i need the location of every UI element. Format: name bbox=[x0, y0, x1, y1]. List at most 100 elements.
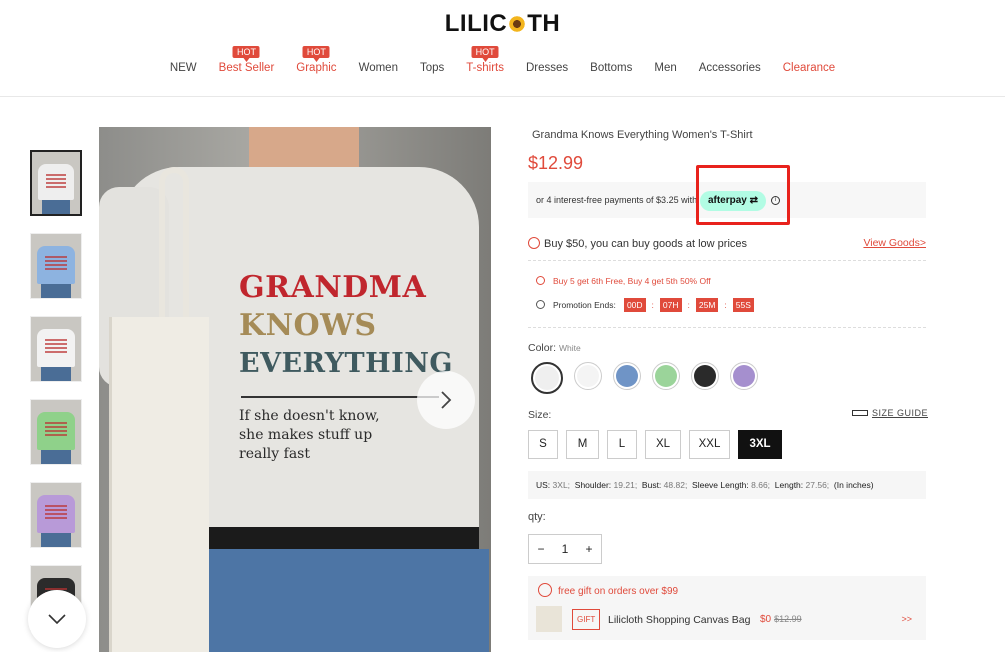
nav-item-women[interactable]: Women bbox=[348, 62, 409, 74]
size-button-xl[interactable]: XL bbox=[645, 430, 681, 459]
hot-badge: HOT bbox=[471, 46, 499, 62]
clock-icon bbox=[536, 300, 545, 309]
buy-promo-text: Buy $50, you can buy goods at low prices bbox=[544, 238, 748, 250]
nav-item-accessories[interactable]: Accessories bbox=[688, 62, 772, 74]
thumbnail-2[interactable] bbox=[30, 233, 82, 299]
color-swatch-5[interactable] bbox=[691, 362, 719, 390]
gift-name[interactable]: Lilicloth Shopping Canvas Bag bbox=[608, 614, 750, 626]
size-label: Size: bbox=[528, 409, 552, 421]
size-measurements: US: 3XL; Shoulder: 19.21; Bust: 48.82; S… bbox=[528, 471, 926, 499]
nav-item-best-seller[interactable]: Best Seller HOT bbox=[208, 46, 286, 74]
gift-price-now: $0 bbox=[760, 614, 772, 625]
gift-header-text: free gift on orders over $99 bbox=[558, 586, 679, 597]
gift-price: $0 $12.99 bbox=[760, 614, 802, 625]
jeans bbox=[209, 549, 489, 652]
thumb-jeans bbox=[41, 450, 71, 464]
print-line-1: GRANDMA bbox=[239, 270, 427, 305]
chevron-down-icon bbox=[48, 614, 66, 624]
gift-icon bbox=[538, 583, 552, 597]
print-line-2: KNOWS bbox=[239, 308, 377, 343]
size-button-xxl[interactable]: XXL bbox=[689, 430, 730, 459]
divider bbox=[528, 327, 926, 328]
swatch-fill bbox=[655, 365, 677, 387]
color-swatch-2[interactable] bbox=[574, 362, 602, 390]
view-goods-link[interactable]: View Goods> bbox=[863, 237, 926, 249]
qty-value[interactable]: 1 bbox=[553, 542, 577, 556]
nav-label: Women bbox=[358, 62, 398, 74]
nav-label: T-shirts bbox=[466, 62, 504, 74]
nav-item-t-shirts[interactable]: T-shirts HOT bbox=[455, 46, 515, 74]
color-label: Color: White bbox=[528, 342, 581, 354]
main-nav: NEW Best Seller HOT Graphic HOT Women Tops T-sh… bbox=[0, 46, 1005, 74]
thumbnail-4[interactable] bbox=[30, 399, 82, 465]
thumb-print bbox=[45, 256, 67, 272]
nav-item-tops[interactable]: Tops bbox=[409, 62, 455, 74]
countdown-minutes: 25M bbox=[695, 298, 719, 312]
print-sub-3: really fast bbox=[239, 446, 310, 462]
nav-label: Clearance bbox=[782, 62, 836, 74]
size-button-l[interactable]: L bbox=[607, 430, 637, 459]
measure-key: Bust: bbox=[641, 480, 662, 490]
gift-price-original: $12.99 bbox=[774, 614, 802, 624]
size-guide-link[interactable]: SIZE GUIDE bbox=[851, 408, 928, 418]
measure-key: Length: bbox=[774, 480, 804, 490]
thumbnail-1[interactable] bbox=[30, 150, 82, 216]
nav-label: Best Seller bbox=[218, 62, 275, 74]
gift-tag: GIFT bbox=[572, 609, 601, 630]
nav-item-men[interactable]: Men bbox=[643, 62, 687, 74]
countdown-sep: : bbox=[651, 300, 654, 310]
size-button-s[interactable]: S bbox=[528, 430, 558, 459]
thumb-jeans bbox=[42, 200, 70, 214]
size-options: S M L XL XXL 3XL bbox=[528, 430, 785, 459]
color-swatch-3[interactable] bbox=[613, 362, 641, 390]
nav-item-clearance[interactable]: Clearance bbox=[772, 62, 846, 74]
qty-plus-button[interactable]: + bbox=[577, 542, 601, 556]
quantity-stepper: − 1 + bbox=[528, 534, 602, 564]
nav-label: Bottoms bbox=[590, 62, 633, 74]
thumbnail-scroll-down-button[interactable] bbox=[28, 590, 86, 648]
measure-value: 48.82; bbox=[663, 480, 688, 490]
gift-more-link[interactable]: >> bbox=[901, 614, 912, 624]
nav-item-graphic[interactable]: Graphic HOT bbox=[285, 46, 347, 74]
site-logo[interactable]: LILIC TH bbox=[0, 10, 1005, 38]
countdown-seconds: 55S bbox=[732, 298, 754, 312]
measure-value: 3XL; bbox=[552, 480, 571, 490]
color-swatch-1[interactable] bbox=[531, 362, 563, 394]
measure-key: Shoulder: bbox=[574, 480, 612, 490]
swatch-fill bbox=[694, 365, 716, 387]
product-price: $12.99 bbox=[528, 153, 584, 173]
highlight-box bbox=[696, 165, 790, 225]
color-value: White bbox=[559, 343, 581, 353]
measure-key: US: bbox=[536, 480, 551, 490]
countdown-hours: 07H bbox=[659, 298, 682, 312]
divider bbox=[528, 260, 926, 261]
thumb-print bbox=[46, 174, 66, 190]
nav-item-bottoms[interactable]: Bottoms bbox=[579, 62, 643, 74]
countdown-sep: : bbox=[724, 300, 727, 310]
thumbnail-list bbox=[30, 150, 82, 648]
size-button-m[interactable]: M bbox=[566, 430, 599, 459]
color-swatch-4[interactable] bbox=[652, 362, 680, 390]
promotion-countdown: Promotion Ends: 00D:07H:25M:55S bbox=[536, 298, 755, 312]
measure-value: 27.56; bbox=[805, 480, 830, 490]
logo-text-left: LILIC bbox=[444, 10, 508, 37]
chevron-right-icon bbox=[441, 391, 452, 409]
next-image-button[interactable] bbox=[417, 371, 475, 429]
thumb-jeans bbox=[41, 367, 71, 381]
header-divider bbox=[0, 96, 1005, 97]
color-swatches bbox=[531, 362, 758, 394]
belt bbox=[209, 527, 479, 549]
shirt-print: GRANDMA KNOWS EVERYTHING If she doesn't … bbox=[239, 269, 469, 464]
size-button-3xl[interactable]: 3XL bbox=[738, 430, 782, 459]
qty-minus-button[interactable]: − bbox=[529, 542, 553, 556]
thumbnail-3[interactable] bbox=[30, 316, 82, 382]
hot-badge: HOT bbox=[232, 46, 260, 62]
nav-label: Graphic bbox=[296, 62, 337, 74]
sunflower-icon bbox=[508, 15, 527, 33]
thumbnail-5[interactable] bbox=[30, 482, 82, 548]
swatch-fill bbox=[535, 366, 559, 390]
color-label-text: Color: bbox=[528, 342, 557, 354]
nav-item-new[interactable]: NEW bbox=[159, 62, 208, 74]
color-swatch-6[interactable] bbox=[730, 362, 758, 390]
nav-item-dresses[interactable]: Dresses bbox=[515, 62, 579, 74]
